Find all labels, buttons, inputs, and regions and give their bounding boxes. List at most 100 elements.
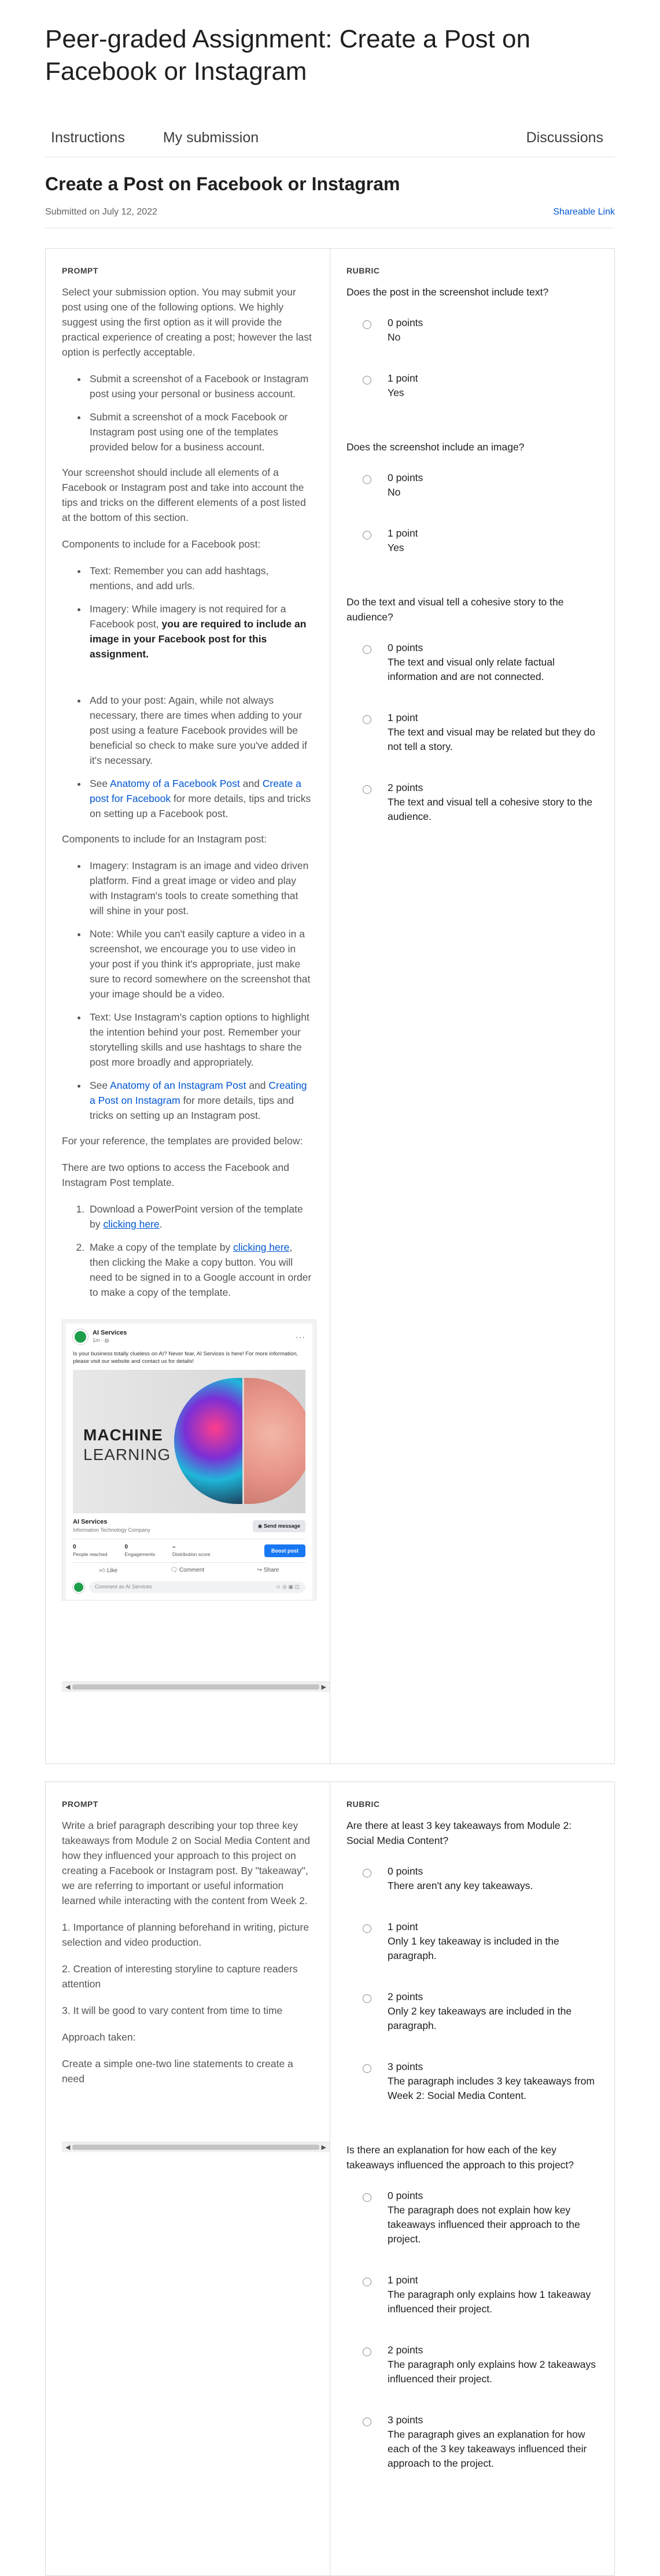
option-points: 1 point: [388, 712, 418, 723]
horizontal-scrollbar[interactable]: ◀ ▶: [62, 2142, 330, 2152]
business-bar: AI Services Information Technology Compa…: [73, 1513, 305, 1539]
rubric-label: RUBRIC: [346, 1799, 380, 1809]
option-description: The paragraph includes 3 key takeaways f…: [388, 2075, 595, 2101]
tab-bar: Instructions My submission Discussions: [45, 126, 615, 157]
tab-my-submission[interactable]: My submission: [157, 126, 264, 147]
emoji-icons: ☺ ◎ ▣ ◫: [275, 1584, 300, 1590]
option-points: 1 point: [388, 2274, 418, 2286]
rubric-option[interactable]: 0 points The paragraph does not explain h…: [346, 2189, 598, 2246]
anatomy-facebook-link[interactable]: Anatomy of a Facebook Post: [110, 778, 240, 789]
globe-icon: ◍: [104, 1337, 109, 1343]
rubric-option-text: 0 points No: [388, 471, 423, 500]
rubric-option[interactable]: 1 point The text and visual may be relate…: [346, 711, 598, 754]
rubric-option[interactable]: 0 points No: [346, 316, 598, 345]
radio-button[interactable]: [363, 785, 371, 794]
radio-button[interactable]: [363, 1869, 371, 1878]
radio-button[interactable]: [363, 715, 371, 724]
rubric-option-text: 2 points Only 2 key takeaways are include…: [388, 1990, 598, 2033]
google-copy-link[interactable]: clicking here: [233, 1241, 289, 1253]
list-item-text: Make a copy of the template by: [90, 1241, 234, 1253]
approach-text: Create a simple one-two line statements …: [62, 2058, 293, 2085]
tab-instructions[interactable]: Instructions: [45, 126, 131, 147]
list-item-text: and: [246, 1080, 269, 1091]
submission-card-post: PROMPT Select your submission option. Yo…: [45, 248, 615, 1764]
scroll-right-icon[interactable]: ▶: [322, 1683, 326, 1691]
scrollbar-thumb[interactable]: [72, 1684, 319, 1690]
rubric-option[interactable]: 2 points The paragraph only explains how …: [346, 2343, 598, 2386]
radio-button[interactable]: [363, 645, 371, 654]
rubric-option[interactable]: 1 point The paragraph only explains how 1…: [346, 2273, 598, 2316]
rubric-option[interactable]: 0 points There aren't any key takeaways.: [346, 1864, 598, 1893]
prompt-column: PROMPT Select your submission option. Yo…: [46, 249, 330, 1764]
radio-button[interactable]: [363, 2348, 371, 2356]
post-page-name: AI Services: [93, 1329, 127, 1336]
stat-value: 0: [124, 1544, 128, 1550]
radio-button[interactable]: [363, 2418, 371, 2426]
radio-button[interactable]: [363, 1924, 371, 1933]
horizontal-scrollbar[interactable]: ◀ ▶: [62, 1681, 330, 1692]
list-item: See Anatomy of a Facebook Post and Creat…: [87, 776, 314, 821]
option-description: The paragraph gives an explanation for h…: [388, 2429, 587, 2469]
option-points: 0 points: [388, 642, 423, 653]
list-item-text: See: [90, 778, 110, 789]
rubric-option[interactable]: 1 point Only 1 key takeaway is included i…: [346, 1920, 598, 1963]
avatar: [73, 1329, 88, 1344]
page: Peer-graded Assignment: Create a Post on…: [0, 0, 660, 2576]
rubric-column: RUBRIC Does the post in the screenshot i…: [330, 249, 614, 1764]
shareable-link[interactable]: Shareable Link: [553, 207, 615, 217]
list-item: Submit a screenshot of a Facebook or Ins…: [87, 371, 314, 401]
anatomy-instagram-link[interactable]: Anatomy of an Instagram Post: [110, 1080, 246, 1091]
radio-button[interactable]: [363, 531, 371, 539]
rubric-option[interactable]: 3 points The paragraph gives an explanati…: [346, 2413, 598, 2471]
post-caption: Is your business totally clueless on AI?…: [73, 1351, 298, 1365]
list-item: Note: While you can't easily capture a v…: [87, 926, 314, 1001]
share-action: ↪ Share: [257, 1567, 279, 1574]
option-points: 2 points: [388, 2344, 423, 2356]
list-item: Text: Remember you can add hashtags, men…: [87, 563, 314, 593]
radio-button[interactable]: [363, 475, 371, 484]
radio-button[interactable]: [363, 376, 371, 385]
download-powerpoint-link[interactable]: clicking here: [103, 1218, 159, 1230]
rubric-option[interactable]: 1 point Yes: [346, 371, 598, 400]
tab-discussions[interactable]: Discussions: [521, 126, 609, 147]
rubric-option[interactable]: 3 points The paragraph includes 3 key tak…: [346, 2060, 598, 2103]
prompt-label: PROMPT: [62, 1799, 98, 1809]
radio-button[interactable]: [363, 1994, 371, 2003]
radio-button[interactable]: [363, 320, 371, 329]
rubric-question: Does the post in the screenshot include …: [346, 286, 549, 298]
option-points: 0 points: [388, 2190, 423, 2201]
option-description: The paragraph only explains how 2 takeaw…: [388, 2359, 596, 2385]
option-points: 0 points: [388, 472, 423, 483]
option-points: 3 points: [388, 2061, 423, 2072]
rubric-option[interactable]: 2 points Only 2 key takeaways are include…: [346, 1990, 598, 2033]
rubric-option[interactable]: 0 points The text and visual only relate …: [346, 641, 598, 684]
list-item-text: See: [90, 1080, 110, 1091]
rubric-option[interactable]: 1 point Yes: [346, 526, 598, 555]
list-item-text: .: [159, 1218, 163, 1230]
scroll-left-icon[interactable]: ◀: [65, 1683, 70, 1691]
brain-organic-graphic: [244, 1378, 305, 1504]
brain-circuit-graphic: [174, 1378, 242, 1504]
rubric-option[interactable]: 0 points No: [346, 471, 598, 500]
scrollbar-thumb[interactable]: [72, 2145, 319, 2150]
like-icon: 👍︎: [99, 1568, 107, 1574]
post-page-name-block: AI Services 1m · ◍: [93, 1329, 127, 1344]
option-points: 2 points: [388, 782, 423, 793]
rubric-option-text: 0 points The text and visual only relate …: [388, 641, 598, 684]
scroll-left-icon[interactable]: ◀: [65, 2143, 70, 2151]
rubric-option-text: 1 point Only 1 key takeaway is included i…: [388, 1920, 598, 1963]
facebook-post: AI Services 1m · ◍ ··· Is your business …: [66, 1324, 312, 1600]
radio-button[interactable]: [363, 2278, 371, 2286]
scroll-right-icon[interactable]: ▶: [322, 2143, 326, 2151]
radio-button[interactable]: [363, 2193, 371, 2202]
ig-components-heading: Components to include for an Instagram p…: [62, 833, 267, 845]
radio-button[interactable]: [363, 2064, 371, 2073]
submission-meta: Submitted on July 12, 2022 Shareable Lin…: [45, 207, 615, 228]
comment-placeholder: Comment as AI Services: [95, 1584, 152, 1590]
list-item: Make a copy of the template by clicking …: [87, 1240, 314, 1300]
option-description: The text and visual may be related but t…: [388, 726, 595, 752]
rubric-option[interactable]: 2 points The text and visual tell a cohes…: [346, 781, 598, 824]
option-description: The text and visual only relate factual …: [388, 656, 555, 682]
